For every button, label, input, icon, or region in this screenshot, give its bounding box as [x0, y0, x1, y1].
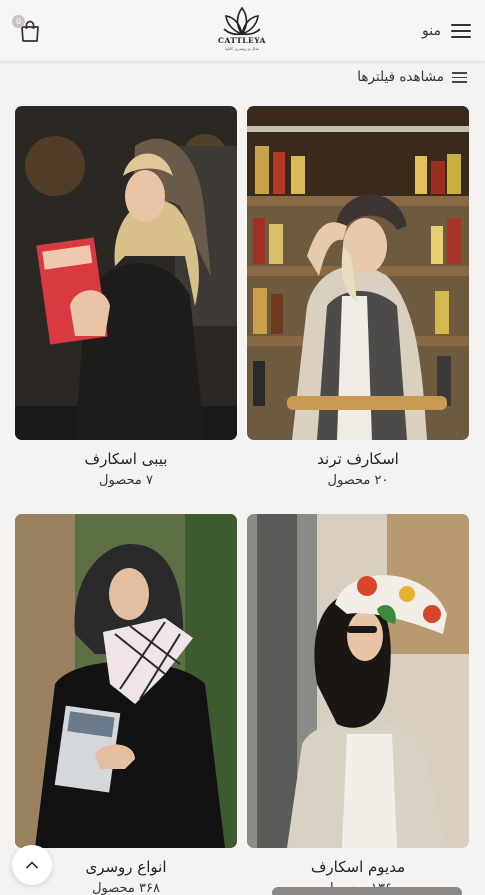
hamburger-icon	[451, 23, 471, 39]
orchid-logo-icon	[223, 6, 261, 36]
logo-subtext: شال و روسری کاتلیا	[225, 46, 259, 51]
cart-button[interactable]: 0	[12, 15, 42, 44]
category-card-headscarf-types[interactable]: انواع روسری ۳۶۸ محصول	[15, 514, 237, 895]
category-count: ۳۶۸ محصول	[92, 881, 160, 895]
category-card-baby-scarf[interactable]: بیبی اسکارف ۷ محصول	[15, 106, 237, 488]
site-header: منو CATTLEYA شال و روسری کاتلیا 0	[0, 0, 485, 62]
chevron-up-icon	[25, 861, 39, 869]
category-card-medium-scarf[interactable]: مدیوم اسکارف ۱۳۶ محصول	[247, 514, 469, 895]
category-count: ۲۰ محصول	[327, 473, 389, 488]
category-image[interactable]	[15, 106, 237, 440]
category-image[interactable]	[247, 514, 469, 848]
menu-button[interactable]: منو	[422, 18, 471, 44]
cart-count-badge: 0	[12, 15, 25, 28]
logo-text: CATTLEYA	[218, 36, 266, 45]
category-title[interactable]: مدیوم اسکارف	[247, 858, 469, 876]
category-image[interactable]	[15, 514, 237, 848]
scroll-to-top-button[interactable]	[12, 845, 52, 885]
view-filters-button[interactable]: مشاهده فیلترها	[357, 66, 467, 88]
category-count: ۷ محصول	[99, 473, 153, 488]
site-logo[interactable]: CATTLEYA شال و روسری کاتلیا	[212, 4, 272, 58]
category-image[interactable]	[247, 106, 469, 440]
menu-label: منو	[422, 23, 441, 39]
category-card-trend-scarf[interactable]: اسکارف ترند ۲۰ محصول	[247, 106, 469, 488]
category-title[interactable]: بیبی اسکارف	[15, 450, 237, 468]
bottom-toolbar[interactable]	[272, 887, 462, 895]
view-filters-label: مشاهده فیلترها	[357, 69, 444, 85]
category-title[interactable]: اسکارف ترند	[247, 450, 469, 468]
filter-lines-icon	[452, 71, 467, 83]
